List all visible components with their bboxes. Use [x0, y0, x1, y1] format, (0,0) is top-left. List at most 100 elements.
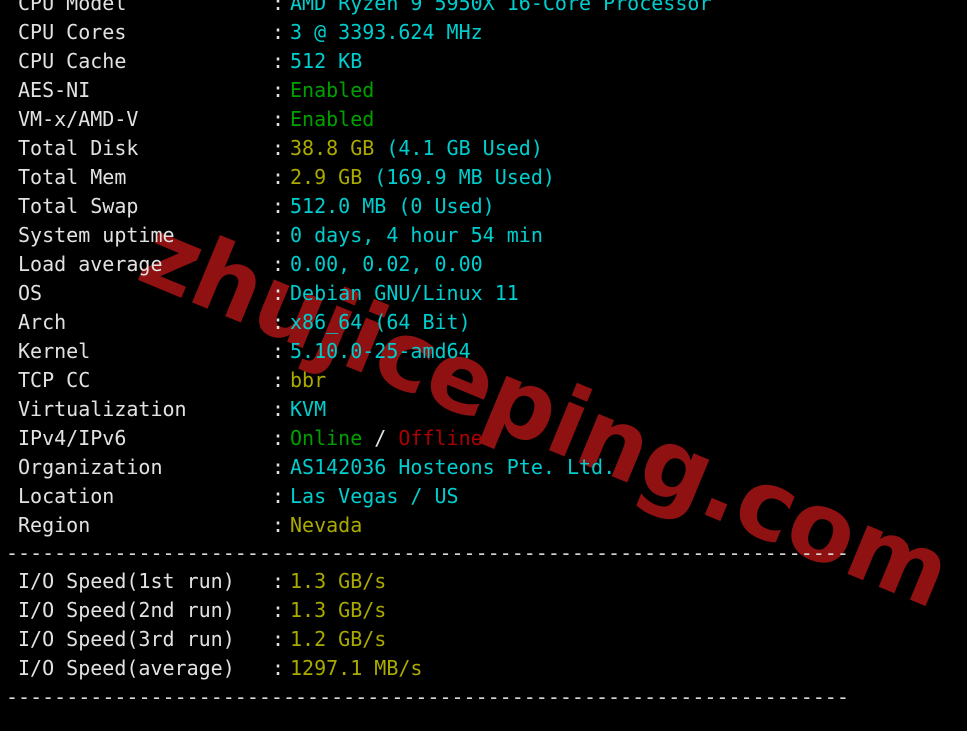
info-row-value-secondary: (4.1 GB Used) [374, 136, 543, 160]
info-row: System uptime:0 days, 4 hour 54 min [0, 221, 967, 250]
io-speed-row: I/O Speed(2nd run):1.3 GB/s [0, 596, 967, 625]
info-row: VM-x/AMD-V: Enabled [0, 105, 967, 134]
info-row: Organization: AS142036 Hosteons Pte. Ltd. [0, 453, 967, 482]
info-row-colon: : [272, 397, 285, 421]
info-row-label: Kernel [18, 339, 91, 363]
info-row-value: KVM [290, 397, 327, 421]
info-row: CPU Model: AMD Ryzen 9 5950X 16-Core Proc… [0, 0, 967, 18]
info-row-value: Las Vegas / US [290, 484, 459, 508]
info-row-label: Total Disk [18, 136, 139, 160]
separator-bottom: ----------------------------------------… [6, 685, 849, 709]
info-row: Kernel:5.10.0-25-amd64 [0, 337, 967, 366]
info-row-value-primary: 38.8 GB [290, 136, 375, 160]
info-row-label: VM-x/AMD-V [18, 107, 139, 131]
info-row-colon: : [272, 455, 285, 479]
info-row: Location: Las Vegas / US [0, 482, 967, 511]
info-row-value: 5.10.0-25-amd64 [290, 339, 471, 363]
info-row-value: Debian GNU/Linux 11 [290, 281, 519, 305]
info-row: Total Disk:38.8 GB (4.1 GB Used) [0, 134, 967, 163]
info-row-colon: : [272, 281, 285, 305]
io-speed-label: I/O Speed(average) [18, 656, 235, 680]
system-info-block: CPU Model: AMD Ryzen 9 5950X 16-Core Proc… [0, 0, 967, 540]
info-row: OS: Debian GNU/Linux 11 [0, 279, 967, 308]
info-row-colon: : [272, 484, 285, 508]
info-row-value: 512 KB [290, 49, 363, 73]
info-row-label: Region [18, 513, 91, 537]
info-row-label: CPU Model [18, 0, 127, 15]
info-row-colon: : [272, 107, 285, 131]
info-row-value-divider: / [362, 426, 399, 450]
info-row-colon: : [272, 223, 285, 247]
info-row-colon: : [272, 194, 285, 218]
separator-middle: ----------------------------------------… [6, 541, 849, 565]
info-row: CPU Cache:512 KB [0, 47, 967, 76]
io-speed-row: I/O Speed(average):1297.1 MB/s [0, 654, 967, 683]
io-speed-label: I/O Speed(3rd run) [18, 627, 235, 651]
info-row-value-ipv6: Offline [398, 426, 483, 450]
info-row-colon: : [272, 20, 285, 44]
io-speed-value: 1.3 GB/s [290, 598, 387, 622]
info-row-colon: : [272, 368, 285, 392]
info-row-value: Enabled [290, 78, 375, 102]
info-row-label: Location [18, 484, 115, 508]
info-row-label: IPv4/IPv6 [18, 426, 127, 450]
io-speed-colon: : [272, 569, 285, 593]
info-row-value: 3 @ 3393.624 MHz [290, 20, 483, 44]
info-row-colon: : [272, 339, 285, 363]
terminal-window[interactable]: zhujiceping.com ------------------------… [0, 0, 967, 731]
info-row-value: 0.00, 0.02, 0.00 [290, 252, 483, 276]
info-row: Total Swap:512.0 MB (0 Used) [0, 192, 967, 221]
info-row-value: 512.0 MB (0 Used) [290, 194, 495, 218]
info-row: AES-NI: Enabled [0, 76, 967, 105]
info-row: Region: Nevada [0, 511, 967, 540]
info-row: Total Mem:2.9 GB (169.9 MB Used) [0, 163, 967, 192]
io-speed-value: 1297.1 MB/s [290, 656, 423, 680]
io-speed-value: 1.3 GB/s [290, 569, 387, 593]
info-row-colon: : [272, 49, 285, 73]
info-row-label: CPU Cores [18, 20, 127, 44]
info-row-value: 0 days, 4 hour 54 min [290, 223, 543, 247]
info-row-value: x86_64 (64 Bit) [290, 310, 471, 334]
io-speed-row: I/O Speed(3rd run):1.2 GB/s [0, 625, 967, 654]
info-row-colon: : [272, 165, 285, 189]
info-row: Arch: x86_64 (64 Bit) [0, 308, 967, 337]
info-row-label: CPU Cache [18, 49, 127, 73]
io-speed-value: 1.2 GB/s [290, 627, 387, 651]
info-row: Load average:0.00, 0.02, 0.00 [0, 250, 967, 279]
info-row-value: Nevada [290, 513, 363, 537]
info-row: CPU Cores:3 @ 3393.624 MHz [0, 18, 967, 47]
info-row-colon: : [272, 78, 285, 102]
io-speed-label: I/O Speed(2nd run) [18, 598, 235, 622]
info-row: IPv4/IPv6: Online / Offline [0, 424, 967, 453]
io-speed-label: I/O Speed(1st run) [18, 569, 235, 593]
info-row-colon: : [272, 513, 285, 537]
info-row-label: OS [18, 281, 43, 305]
info-row-value-primary: 2.9 GB [290, 165, 363, 189]
io-speed-colon: : [272, 656, 285, 680]
terminal-content: ----------------------------------------… [0, 0, 967, 712]
info-row: TCP CC: bbr [0, 366, 967, 395]
info-row-colon: : [272, 310, 285, 334]
io-speed-colon: : [272, 598, 285, 622]
info-row-label: Total Mem [18, 165, 127, 189]
info-row-label: AES-NI [18, 78, 91, 102]
info-row-colon: : [272, 426, 285, 450]
info-row-colon: : [272, 252, 285, 276]
info-row-label: Virtualization [18, 397, 187, 421]
info-row-colon: : [272, 0, 285, 15]
info-row-label: Organization [18, 455, 163, 479]
info-row-label: Load average [18, 252, 163, 276]
info-row: Virtualization: KVM [0, 395, 967, 424]
info-row-value: bbr [290, 368, 327, 392]
info-row-value-ipv4: Online [290, 426, 363, 450]
info-row-label: Total Swap [18, 194, 139, 218]
info-row-value: Enabled [290, 107, 375, 131]
info-row-label: Arch [18, 310, 67, 334]
io-speed-row: I/O Speed(1st run):1.3 GB/s [0, 567, 967, 596]
io-speed-colon: : [272, 627, 285, 651]
info-row-label: System uptime [18, 223, 175, 247]
info-row-value: AS142036 Hosteons Pte. Ltd. [290, 455, 616, 479]
info-row-colon: : [272, 136, 285, 160]
info-row-value-secondary: (169.9 MB Used) [362, 165, 555, 189]
info-row-value: AMD Ryzen 9 5950X 16-Core Processor [290, 0, 712, 15]
